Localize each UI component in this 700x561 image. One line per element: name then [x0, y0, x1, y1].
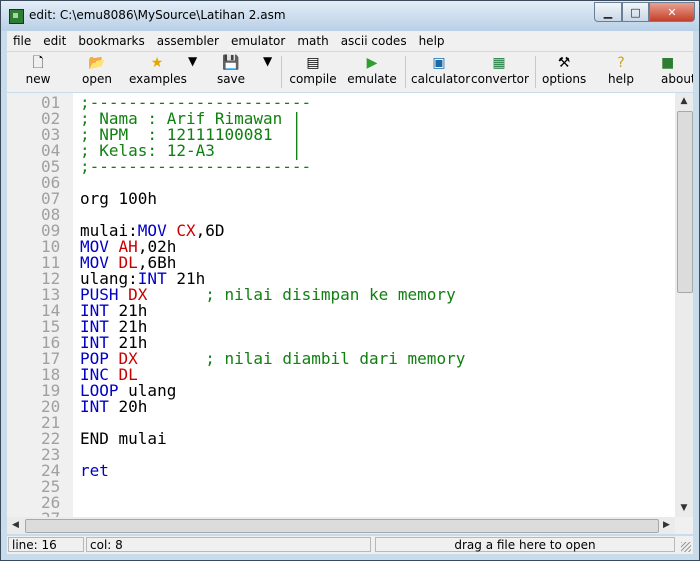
code-text: ;-----------------------	[80, 159, 311, 175]
menu-bookmarks[interactable]: bookmarks	[72, 34, 150, 48]
scroll-corner	[675, 517, 693, 534]
minimize-button[interactable]: ▁	[594, 2, 622, 22]
keyword-token: INT	[80, 397, 109, 416]
tools-icon: ⚒	[557, 55, 571, 71]
resize-grip-icon[interactable]	[681, 542, 691, 552]
menu-math[interactable]: math	[291, 34, 334, 48]
toolbar-separator	[535, 56, 536, 88]
open-button[interactable]: 📂 open	[75, 54, 119, 90]
scroll-right-icon[interactable]: ▶	[658, 517, 675, 534]
code-text: org 100h	[80, 191, 157, 207]
examples-dropdown-icon[interactable]: ▼	[188, 54, 197, 90]
about-icon: ■	[661, 55, 675, 71]
maximize-icon: □	[630, 5, 641, 19]
text-token: 20h	[108, 397, 148, 416]
menu-emulator[interactable]: emulator	[225, 34, 291, 48]
status-line: line: 16	[8, 537, 84, 552]
floppy-disk-icon: 💾	[222, 55, 240, 71]
comment-token: ; nilai disimpan ke memory	[157, 285, 456, 304]
compile-button[interactable]: ▤ compile	[288, 54, 338, 90]
window-title: edit: C:\emu8086\MySource\Latihan 2.asm	[29, 8, 286, 22]
play-icon: ▶	[366, 55, 378, 71]
compile-label: compile	[289, 72, 337, 86]
text-token: ,6D	[195, 221, 225, 240]
toolbar: 🗋 new 📂 open ★ examples ▼ 💾 save ▼ ▤ com…	[7, 51, 693, 92]
open-folder-icon: 📂	[88, 55, 106, 71]
convertor-button[interactable]: ▦ convertor	[471, 54, 529, 90]
open-label: open	[82, 72, 112, 86]
code-text: END mulai	[80, 431, 167, 447]
convertor-icon: ▦	[492, 55, 506, 71]
text-token: org 100h	[80, 189, 158, 208]
menu-ascii-codes[interactable]: ascii codes	[335, 34, 413, 48]
menu-file[interactable]: file	[7, 34, 37, 48]
menu-edit[interactable]: edit	[37, 34, 72, 48]
star-icon: ★	[150, 55, 164, 71]
about-label: about	[661, 72, 693, 86]
options-label: options	[542, 72, 587, 86]
compile-icon: ▤	[306, 55, 320, 71]
editor-window: edit: C:\emu8086\MySource\Latihan 2.asm …	[0, 0, 700, 561]
calculator-label: calculator	[411, 72, 471, 86]
maximize-button[interactable]: □	[622, 2, 649, 22]
emulate-button[interactable]: ▶ emulate	[347, 54, 397, 90]
new-button[interactable]: 🗋 new	[17, 54, 59, 90]
code-editor[interactable]: 01 ;----------------------- 02; Nama : Ari…	[7, 93, 675, 517]
save-button[interactable]: 💾 save	[211, 54, 251, 90]
help-label: help	[608, 72, 634, 86]
status-col: col: 8	[86, 537, 371, 552]
horizontal-scroll-thumb[interactable]	[25, 519, 659, 533]
scroll-left-icon[interactable]: ◀	[7, 517, 24, 534]
comment-token: ;-----------------------	[80, 157, 312, 176]
status-bar: line: 16 col: 8 drag a file here to open	[7, 536, 693, 554]
help-button[interactable]: ? help	[605, 54, 637, 90]
calculator-button[interactable]: ▣ calculator	[411, 54, 471, 90]
code-text: INT 20h	[80, 399, 147, 415]
text-token: END mulai	[80, 429, 167, 448]
register-token: CX	[176, 221, 196, 240]
vertical-scrollbar[interactable]: ▲ ▼	[675, 93, 693, 517]
help-icon: ?	[617, 55, 625, 71]
keyword-token: ret	[80, 461, 109, 480]
convertor-label: convertor	[471, 72, 529, 86]
vertical-scroll-thumb[interactable]	[677, 111, 693, 293]
save-label: save	[216, 72, 246, 86]
title-bar: edit: C:\emu8086\MySource\Latihan 2.asm …	[1, 1, 699, 31]
close-icon: ✕	[667, 5, 677, 19]
options-button[interactable]: ⚒ options	[542, 54, 586, 90]
scroll-up-icon[interactable]: ▲	[675, 93, 693, 110]
emulate-label: emulate	[347, 72, 397, 86]
examples-button[interactable]: ★ examples	[129, 54, 187, 90]
menu-assembler[interactable]: assembler	[151, 34, 225, 48]
toolbar-separator	[281, 56, 282, 88]
minimize-icon: ▁	[603, 5, 613, 19]
menu-help[interactable]: help	[413, 34, 451, 48]
scroll-down-icon[interactable]: ▼	[675, 500, 693, 517]
code-text: ret	[80, 463, 109, 479]
calculator-icon: ▣	[432, 55, 446, 71]
about-button[interactable]: ■ about	[661, 54, 693, 90]
close-button[interactable]: ✕	[649, 2, 695, 22]
examples-label: examples	[129, 72, 187, 86]
status-hint: drag a file here to open	[375, 537, 675, 552]
new-file-icon: 🗋	[32, 55, 44, 71]
comment-token: ; nilai diambil dari memory	[147, 349, 466, 368]
toolbar-separator	[405, 56, 406, 88]
menu-bar: file edit bookmarks assembler emulator m…	[7, 31, 693, 51]
horizontal-scrollbar[interactable]: ◀ ▶	[7, 517, 675, 534]
app-icon	[9, 9, 24, 24]
save-dropdown-icon[interactable]: ▼	[263, 54, 272, 90]
new-label: new	[25, 72, 51, 86]
